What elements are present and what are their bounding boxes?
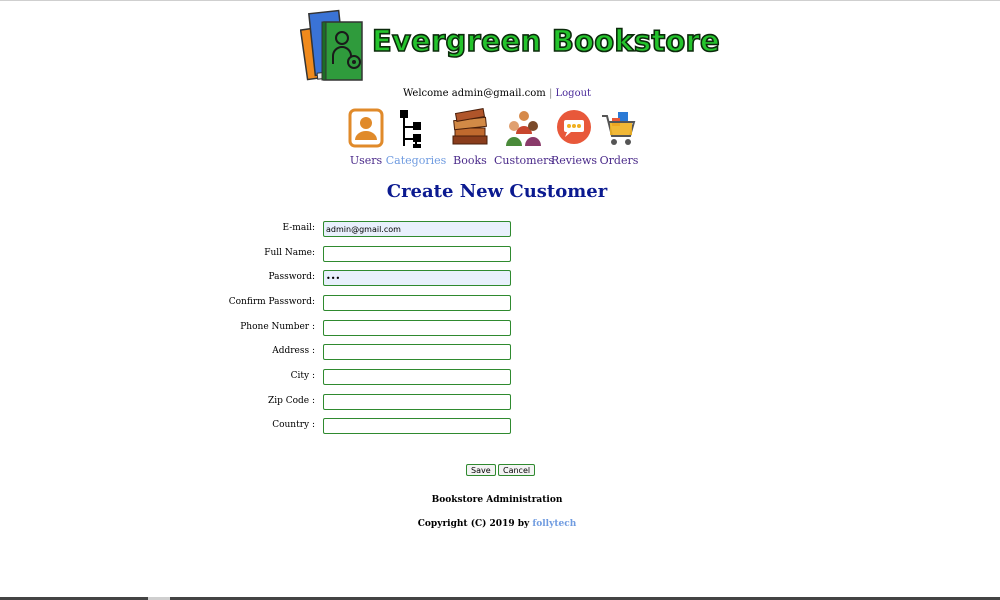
book-logo-icon — [300, 9, 363, 81]
city-label: City : — [290, 371, 315, 381]
site-logo[interactable]: Evergreen Bookstore — [300, 8, 720, 84]
address-label: Address : — [272, 346, 315, 356]
phone-field[interactable] — [323, 320, 511, 336]
footer-copyright: Copyright (C) 2019 by follytech — [0, 519, 994, 529]
copyright-text: Copyright (C) 2019 by — [417, 519, 530, 529]
nav-label-orders: Orders — [599, 154, 639, 167]
logout-link[interactable]: Logout — [556, 88, 592, 99]
author-link[interactable]: follytech — [532, 519, 576, 529]
form-row-confirm-password: Confirm Password: — [0, 295, 1000, 313]
confirm-password-label: Confirm Password: — [228, 297, 315, 307]
fullname-field[interactable] — [323, 246, 511, 262]
welcome-separator: | — [548, 88, 553, 99]
form-row-city: City : — [0, 369, 1000, 387]
phone-label: Phone Number : — [240, 322, 315, 332]
footer-title: Bookstore Administration — [431, 495, 563, 505]
category-tree-icon — [400, 110, 421, 148]
form-row-address: Address : — [0, 344, 1000, 362]
address-field[interactable] — [323, 344, 511, 360]
welcome-bar: Welcome admin@gmail.com | Logout — [0, 88, 994, 99]
form-row-fullname: Full Name: — [0, 246, 1000, 264]
save-button[interactable]: Save — [466, 464, 496, 476]
form-row-zipcode: Zip Code : — [0, 394, 1000, 412]
country-field[interactable] — [323, 418, 511, 434]
form-row-password: Password: — [0, 270, 1000, 288]
cancel-button[interactable]: Cancel — [498, 464, 536, 476]
city-field[interactable] — [323, 369, 511, 385]
brand-title: Evergreen Bookstore — [371, 23, 720, 59]
country-label: Country : — [272, 420, 315, 430]
welcome-text: Welcome admin@gmail.com — [402, 88, 546, 99]
cart-icon — [602, 112, 636, 145]
admin-nav: Users Categories Books Customers Reviews… — [0, 108, 1000, 168]
user-icon — [348, 108, 384, 148]
email-label: E-mail: — [282, 223, 315, 233]
password-field[interactable] — [323, 270, 511, 286]
books-icon — [452, 108, 488, 145]
top-border — [0, 0, 1000, 1]
form-row-phone: Phone Number : — [0, 320, 1000, 338]
nav-item-orders[interactable]: Orders — [588, 108, 648, 168]
fullname-label: Full Name: — [264, 248, 315, 258]
zipcode-field[interactable] — [323, 394, 511, 410]
password-label: Password: — [268, 272, 315, 282]
zipcode-label: Zip Code : — [267, 396, 315, 406]
email-field[interactable] — [323, 221, 511, 237]
customers-icon — [506, 111, 541, 146]
form-row-country: Country : — [0, 418, 1000, 436]
page-title: Create New Customer — [386, 181, 608, 202]
confirm-password-field[interactable] — [323, 295, 511, 311]
form-row-email: E-mail: — [0, 221, 1000, 239]
